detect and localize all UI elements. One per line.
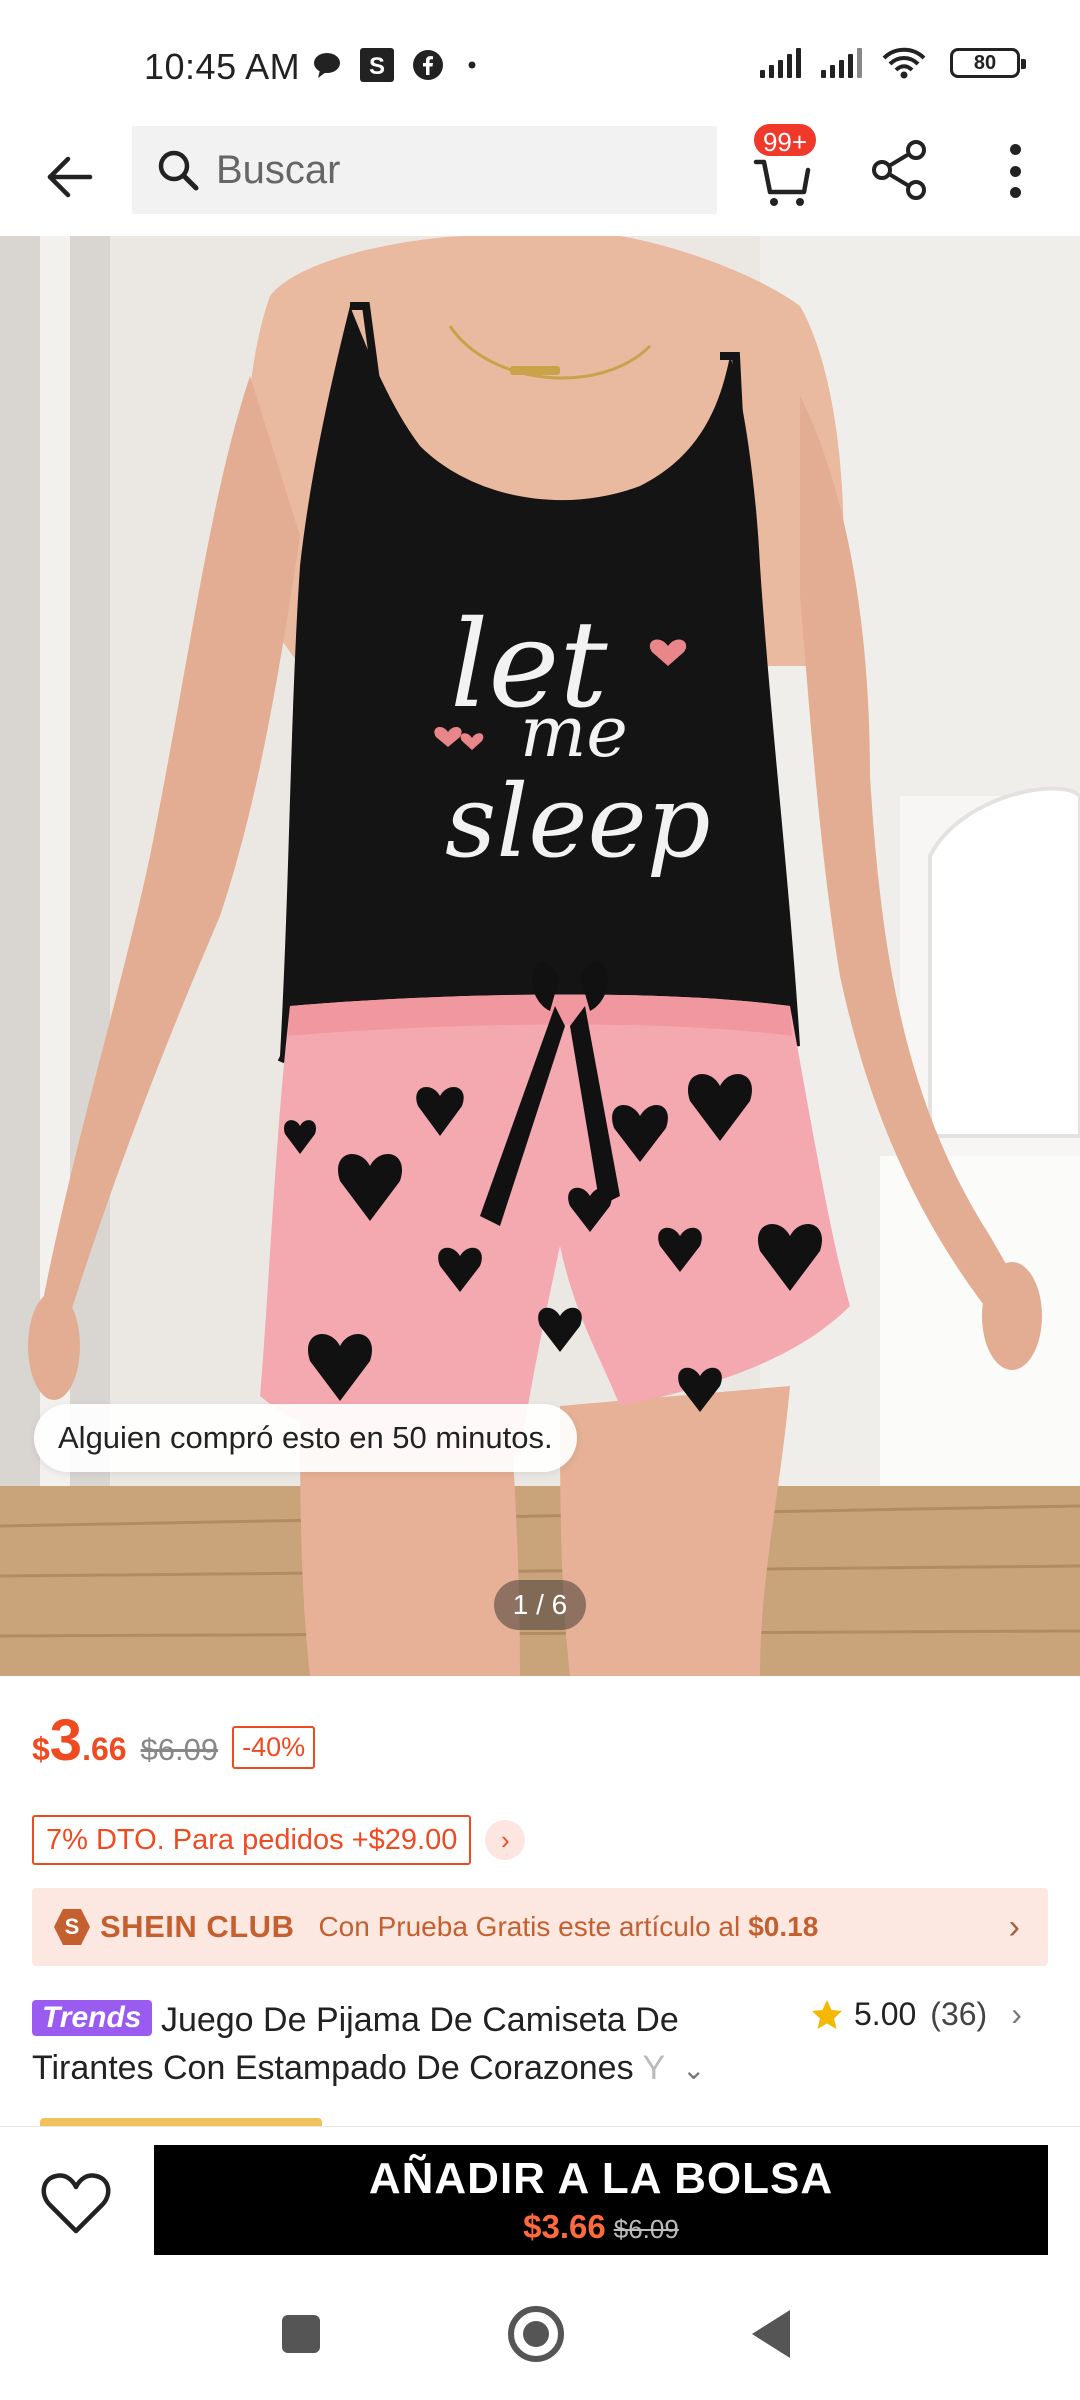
product-title-row: Trends Juego De Pijama De Camiseta De Ti… bbox=[32, 1996, 1048, 2094]
chat-bubble-icon bbox=[314, 53, 340, 78]
arrow-left-icon bbox=[47, 156, 93, 198]
add-to-bag-price: $3.66 bbox=[523, 2208, 606, 2245]
shein-club-banner[interactable]: S SHEIN CLUB Con Prueba Gratis este artí… bbox=[32, 1888, 1048, 1966]
system-status-icons: 80 bbox=[760, 46, 1026, 80]
trends-badge-prefix: T bbox=[42, 2001, 60, 2034]
club-offer-amount: $0.18 bbox=[748, 1911, 819, 1942]
product-image-gallery[interactable]: let me sleep Alguien compró esto en 50 m… bbox=[0, 236, 1080, 1676]
club-offer-text: Con Prueba Gratis este artículo al bbox=[318, 1911, 741, 1942]
home-button[interactable] bbox=[508, 2306, 564, 2362]
add-to-bag-button[interactable]: AÑADIR A LA BOLSA $3.66 $6.09 bbox=[154, 2145, 1048, 2255]
chevron-right-icon[interactable]: › bbox=[485, 1820, 526, 1860]
price-integer: 3 bbox=[49, 1708, 83, 1773]
next-section-peek bbox=[40, 2118, 322, 2126]
product-title[interactable]: Trends Juego De Pijama De Camiseta De Ti… bbox=[32, 1996, 732, 2094]
trends-badge: Trends bbox=[32, 2000, 152, 2036]
search-input[interactable] bbox=[216, 147, 686, 193]
coupon-label[interactable]: 7% DTO. Para pedidos +$29.00 bbox=[32, 1815, 472, 1865]
cart-count-badge: 99+ bbox=[752, 122, 818, 158]
signal-icon bbox=[821, 48, 862, 78]
more-options-button[interactable] bbox=[990, 138, 1040, 204]
shirt-print-me: me bbox=[520, 691, 628, 773]
chevron-right-icon: › bbox=[1008, 1908, 1020, 1946]
product-title-truncated: Y bbox=[642, 2049, 665, 2087]
rating-count: (36) bbox=[930, 1996, 988, 2032]
chevron-down-icon[interactable]: ⌄ bbox=[682, 2046, 705, 2094]
search-icon bbox=[158, 150, 199, 191]
original-price: $6.09 bbox=[140, 1732, 219, 1767]
price-currency: $ bbox=[32, 1731, 50, 1767]
recent-purchase-toast: Alguien compró esto en 50 minutos. bbox=[34, 1404, 577, 1472]
wifi-icon bbox=[882, 47, 926, 79]
price-row: $ 3 .66 $6.09 -40% bbox=[32, 1708, 316, 1773]
add-to-bag-label: AÑADIR A LA BOLSA bbox=[368, 2154, 834, 2203]
s-app-icon: S bbox=[360, 48, 394, 82]
more-dot-icon bbox=[1009, 144, 1021, 155]
wishlist-button[interactable] bbox=[38, 2165, 114, 2241]
recent-apps-button[interactable] bbox=[282, 2315, 320, 2353]
status-time: 10:45 AM bbox=[144, 46, 301, 87]
share-button[interactable] bbox=[868, 138, 932, 202]
search-bar[interactable] bbox=[132, 126, 717, 214]
system-back-button[interactable] bbox=[752, 2310, 790, 2358]
status-bar: 10:45 AM S 80 bbox=[0, 0, 1080, 120]
chevron-right-icon: › bbox=[1011, 1996, 1022, 2032]
more-dot-icon bbox=[1009, 165, 1021, 177]
trends-badge-text: rends bbox=[59, 2001, 142, 2034]
club-logo-icon: S bbox=[54, 1909, 90, 1945]
club-name: SHEIN CLUB bbox=[100, 1909, 295, 1944]
price-decimal: .66 bbox=[82, 1731, 127, 1767]
svg-text:S: S bbox=[369, 53, 385, 80]
shirt-print-sleep: sleep bbox=[445, 763, 711, 880]
system-navigation-bar bbox=[0, 2266, 1080, 2400]
star-icon bbox=[812, 1999, 842, 2029]
more-dot-icon bbox=[1009, 187, 1021, 198]
signal-icon bbox=[760, 48, 801, 78]
discount-badge: -40% bbox=[232, 1726, 316, 1769]
top-navigation: 99+ bbox=[0, 120, 1080, 235]
share-icon bbox=[872, 140, 926, 200]
bottom-action-bar: AÑADIR A LA BOLSA $3.66 $6.09 bbox=[0, 2126, 1080, 2266]
notification-icons: S bbox=[312, 48, 482, 82]
coupon-row[interactable]: 7% DTO. Para pedidos +$29.00 › bbox=[32, 1815, 526, 1865]
add-to-bag-original-price: $6.09 bbox=[613, 2214, 679, 2244]
add-to-bag-prices: $3.66 $6.09 bbox=[523, 2208, 679, 2246]
image-counter: 1 / 6 bbox=[494, 1580, 586, 1630]
dot-icon bbox=[468, 61, 476, 69]
battery-icon: 80 bbox=[950, 48, 1026, 78]
rating-summary[interactable]: 5.00 (36) › bbox=[810, 1996, 1022, 2033]
back-button[interactable] bbox=[34, 142, 104, 212]
rating-value: 5.00 bbox=[854, 1996, 917, 2032]
facebook-icon bbox=[413, 50, 443, 80]
heart-outline-icon bbox=[41, 2173, 111, 2234]
